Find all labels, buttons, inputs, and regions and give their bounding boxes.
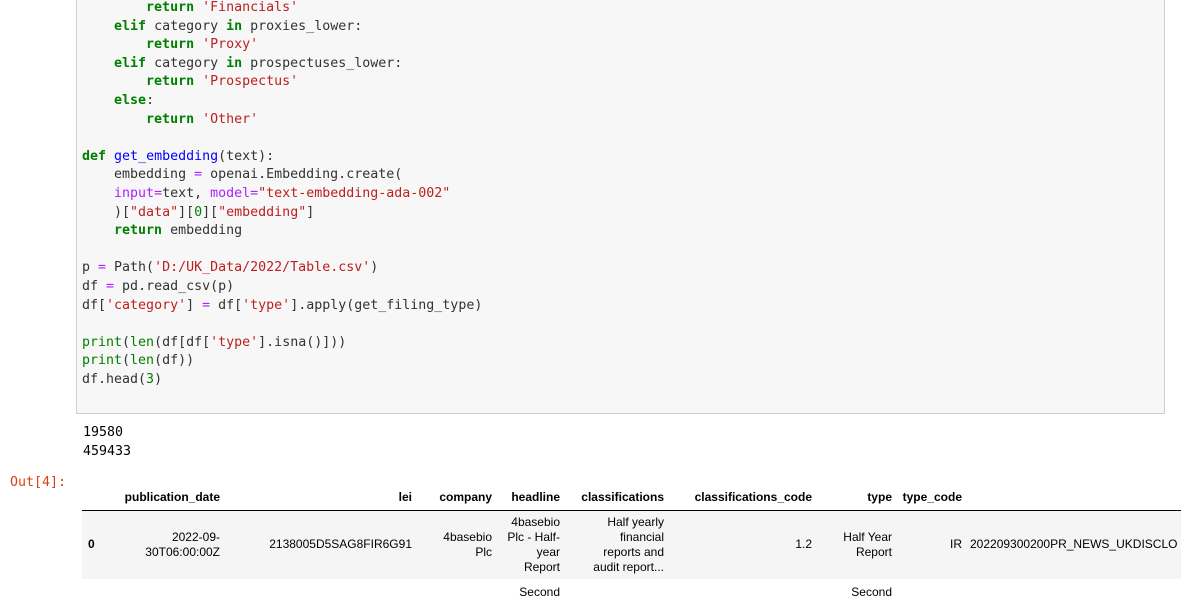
table-cell: 4basebio Plc - Half-year Report (496, 510, 564, 579)
table-cell: IR (896, 510, 966, 579)
column-header: classifications (564, 488, 668, 511)
table-row: Second Second (82, 578, 1182, 607)
table-cell (224, 578, 416, 607)
table-cell: Second (816, 578, 896, 607)
column-header: company (416, 488, 496, 511)
dataframe-table: publication_date lei company headline classi… (82, 488, 1182, 607)
table-cell: 0 (82, 510, 106, 579)
column-header (82, 488, 106, 511)
column-header: type (816, 488, 896, 511)
column-header: type_code (896, 488, 966, 511)
column-header: lei (224, 488, 416, 511)
table-cell: 2138005D5SAG8FIR6G91 (224, 510, 416, 579)
table-header-row: publication_date lei company headline classi… (82, 488, 1182, 511)
table-row: 0 2022-09- 30T06:00:00Z 2138005D5SAG8FIR6G9… (82, 510, 1182, 579)
table-cell: 1.2 (668, 510, 816, 579)
code-editor[interactable]: return 'Financials' elif category in pro… (82, 0, 482, 389)
stdout-output: 19580 459433 (83, 425, 132, 459)
table-cell (896, 578, 966, 607)
table-cell (668, 578, 816, 607)
table-cell: 202209300200PR_NEWS_UKDISCLO (966, 510, 1182, 579)
column-header: classifications_code (668, 488, 816, 511)
column-header: headline (496, 488, 564, 511)
table-cell: Second (496, 578, 564, 607)
table-cell: 2022-09- 30T06:00:00Z (106, 510, 224, 579)
column-header: publication_date (106, 488, 224, 511)
column-header (966, 488, 1182, 511)
table-cell (416, 578, 496, 607)
table-cell (106, 578, 224, 607)
table-cell: Half yearly financial reports and audit rep… (564, 510, 668, 579)
table-cell: 4basebio Plc (416, 510, 496, 579)
out-prompt: Out[4]: (10, 475, 67, 490)
table-cell (966, 578, 1182, 607)
table-cell (564, 578, 668, 607)
table-cell (82, 578, 106, 607)
table-cell: Half Year Report (816, 510, 896, 579)
